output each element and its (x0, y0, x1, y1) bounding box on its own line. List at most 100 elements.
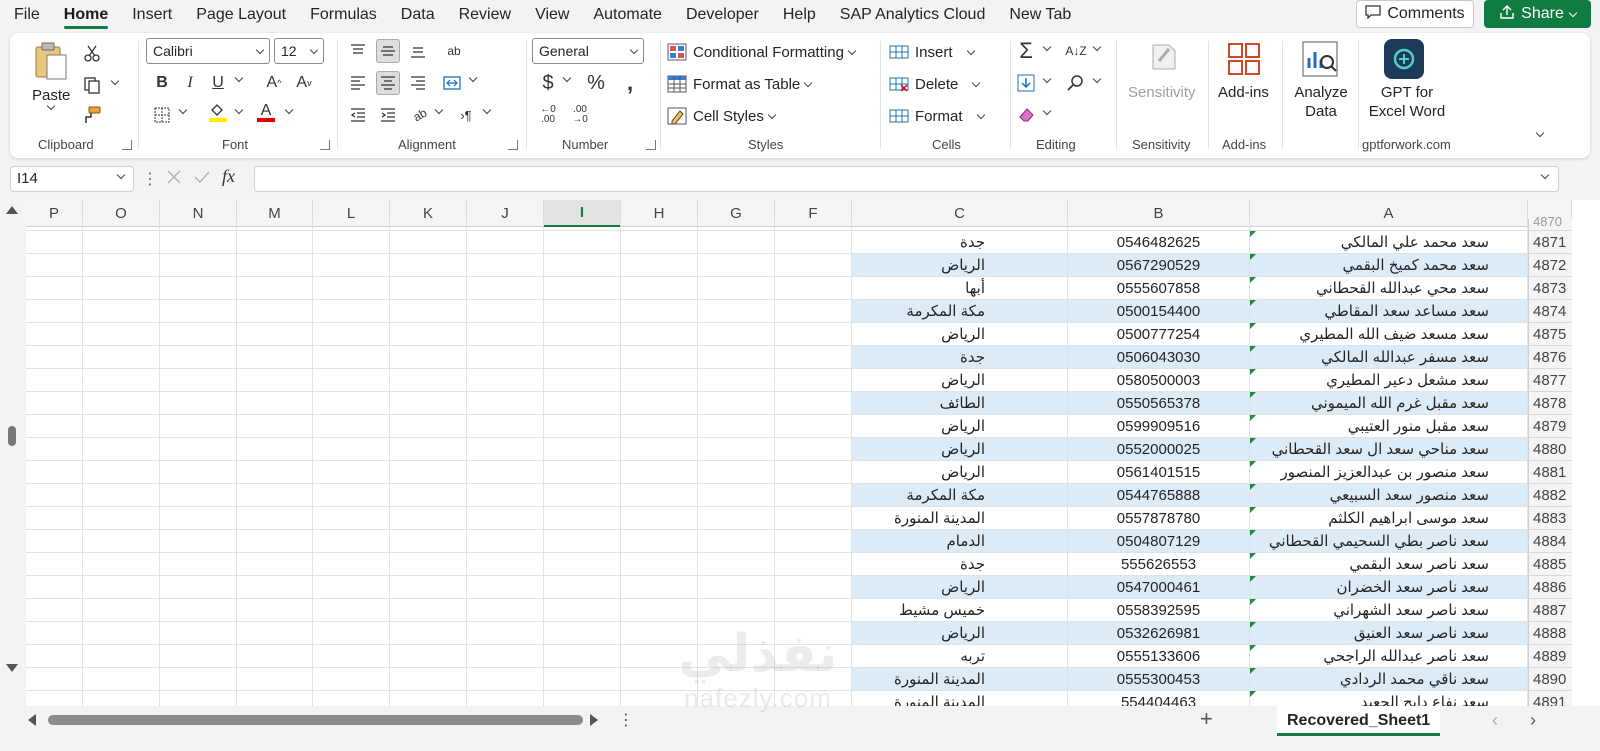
cell-g4877[interactable] (698, 369, 775, 392)
cell-n4872[interactable] (160, 254, 237, 277)
cell-j4871[interactable] (467, 231, 544, 254)
cell-m4889[interactable] (237, 645, 313, 668)
cell-f4881[interactable] (775, 461, 852, 484)
cell-n4874[interactable] (160, 300, 237, 323)
row-header[interactable]: 4889 (1528, 645, 1572, 668)
cell-p4884[interactable] (26, 530, 83, 553)
cell-g4880[interactable] (698, 438, 775, 461)
copy-icon[interactable] (80, 73, 104, 97)
cell-l4870[interactable] (313, 219, 390, 231)
cell-j4872[interactable] (467, 254, 544, 277)
underline-chevron-icon[interactable] (234, 73, 244, 83)
cell-c[interactable]: جدة (852, 231, 1068, 254)
cell-c[interactable]: الرياض (852, 323, 1068, 346)
cell-c[interactable]: الرياض (852, 438, 1068, 461)
paste-button[interactable]: Paste (32, 41, 70, 111)
sort-filter-chevron-icon[interactable] (1092, 42, 1102, 52)
cell-f4888[interactable] (775, 622, 852, 645)
font-name-combo[interactable]: Calibri (146, 38, 270, 64)
sensitivity-icon[interactable] (1146, 39, 1182, 75)
cell-c[interactable]: المدينة المنورة (852, 668, 1068, 691)
cell-b[interactable]: 0500777254 (1068, 323, 1250, 346)
cell-n4876[interactable] (160, 346, 237, 369)
cell-h4882[interactable] (621, 484, 698, 507)
cell-f4891[interactable] (775, 691, 852, 706)
cell-n4870[interactable] (160, 219, 237, 231)
cell-p4870[interactable] (26, 219, 83, 231)
cell-h4876[interactable] (621, 346, 698, 369)
row-header[interactable]: 4871 (1528, 231, 1572, 254)
cell-o4889[interactable] (83, 645, 160, 668)
cell-c[interactable]: جدة (852, 346, 1068, 369)
menu-data[interactable]: Data (389, 0, 447, 30)
cell-g4874[interactable] (698, 300, 775, 323)
comma-style-icon[interactable]: , (618, 70, 642, 95)
cell-g4889[interactable] (698, 645, 775, 668)
cell-h4870[interactable] (621, 219, 698, 231)
cell-c[interactable]: الرياض (852, 461, 1068, 484)
cell-l4883[interactable] (313, 507, 390, 530)
cell-m4890[interactable] (237, 668, 313, 691)
cell-p4872[interactable] (26, 254, 83, 277)
analyze-data-icon[interactable] (1300, 39, 1340, 79)
cell-j4884[interactable] (467, 530, 544, 553)
cell-styles-button[interactable]: Cell Styles (666, 105, 777, 127)
row-header[interactable]: 4884 (1528, 530, 1572, 553)
cell-m4885[interactable] (237, 553, 313, 576)
cell-h4873[interactable] (621, 277, 698, 300)
rtl-chevron-icon[interactable] (482, 105, 492, 115)
cell-h4879[interactable] (621, 415, 698, 438)
addins-icon[interactable] (1226, 41, 1262, 77)
cell-h4889[interactable] (621, 645, 698, 668)
cell-f4874[interactable] (775, 300, 852, 323)
insert-cells-button[interactable]: Insert (888, 41, 975, 63)
cell-a[interactable]: سعد منصور سعد السبيعي (1250, 484, 1528, 507)
cell-b[interactable]: 0580500003 (1068, 369, 1250, 392)
scroll-up-icon[interactable] (6, 206, 18, 214)
alignment-launcher-icon[interactable] (508, 140, 518, 150)
cell-k4874[interactable] (390, 300, 467, 323)
cell-p4871[interactable] (26, 231, 83, 254)
borders-chevron-icon[interactable] (178, 105, 188, 115)
clear-chevron-icon[interactable] (1042, 106, 1052, 116)
cell-l4879[interactable] (313, 415, 390, 438)
share-button[interactable]: Share (1484, 0, 1591, 28)
cell-n4889[interactable] (160, 645, 237, 668)
cell-c[interactable]: جدة (852, 553, 1068, 576)
merge-chevron-icon[interactable] (468, 73, 478, 83)
cell-m4870[interactable] (237, 219, 313, 231)
name-box-chevron-icon[interactable] (116, 170, 126, 180)
row-header[interactable]: 4885 (1528, 553, 1572, 576)
cell-j4880[interactable] (467, 438, 544, 461)
cell-n4888[interactable] (160, 622, 237, 645)
find-select-chevron-icon[interactable] (1092, 74, 1102, 84)
cell-p4885[interactable] (26, 553, 83, 576)
cell-k4889[interactable] (390, 645, 467, 668)
cell-p4881[interactable] (26, 461, 83, 484)
row-header[interactable]: 4877 (1528, 369, 1572, 392)
cell-p4887[interactable] (26, 599, 83, 622)
cell-p4874[interactable] (26, 300, 83, 323)
cell-c[interactable]: الرياض (852, 254, 1068, 277)
cell-k4879[interactable] (390, 415, 467, 438)
font-launcher-icon[interactable] (320, 140, 330, 150)
cell-m4884[interactable] (237, 530, 313, 553)
cell-c[interactable]: الرياض (852, 415, 1068, 438)
cell-c[interactable]: المدينة المنورة (852, 691, 1068, 706)
cell-j4886[interactable] (467, 576, 544, 599)
more-options-icon[interactable]: ⋮ (142, 169, 158, 189)
cell-g4881[interactable] (698, 461, 775, 484)
increase-decimal-icon[interactable]: ←0.00 (536, 103, 560, 127)
cell-h4883[interactable] (621, 507, 698, 530)
cell-j4870[interactable] (467, 219, 544, 231)
row-header[interactable]: 4879 (1528, 415, 1572, 438)
cut-icon[interactable] (80, 41, 104, 65)
cell-i4889[interactable] (544, 645, 621, 668)
cell-c[interactable]: الطائف (852, 392, 1068, 415)
cell-m4877[interactable] (237, 369, 313, 392)
cell-n4873[interactable] (160, 277, 237, 300)
cell-l4889[interactable] (313, 645, 390, 668)
cell-b[interactable]: 0544765888 (1068, 484, 1250, 507)
cell-l4885[interactable] (313, 553, 390, 576)
cell-a[interactable]: سعد محمد كميخ البقمي (1250, 254, 1528, 277)
